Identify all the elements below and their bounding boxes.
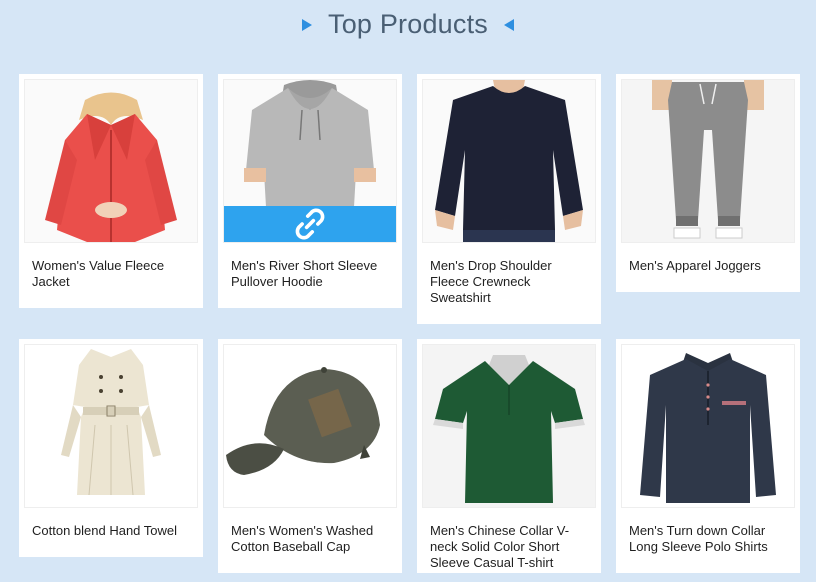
product-image[interactable] <box>621 344 795 508</box>
product-title[interactable]: Women's Value Fleece Jacket <box>32 258 194 290</box>
product-card[interactable]: Men's River Short Sleeve Pullover Hoodie <box>218 74 402 308</box>
product-image[interactable] <box>223 344 397 508</box>
section-title: Top Products <box>328 8 488 39</box>
product-image[interactable] <box>24 79 198 243</box>
product-link-overlay[interactable] <box>224 206 396 242</box>
product-title[interactable]: Men's Women's Washed Cotton Baseball Cap <box>231 523 393 555</box>
product-image[interactable] <box>223 79 397 243</box>
arrow-left-icon <box>503 19 514 31</box>
product-image[interactable] <box>422 344 596 508</box>
arrow-right-icon <box>302 19 312 31</box>
tshirt-image <box>423 345 595 507</box>
link-icon[interactable] <box>224 206 396 242</box>
product-title[interactable]: Men's Chinese Collar V-neck Solid Color … <box>430 523 592 571</box>
product-card[interactable]: Men's Drop Shoulder Fleece Crewneck Swea… <box>417 74 601 324</box>
product-image[interactable] <box>422 79 596 243</box>
product-image[interactable] <box>621 79 795 243</box>
product-title[interactable]: Cotton blend Hand Towel <box>32 523 194 539</box>
polo-image <box>622 345 794 507</box>
product-title[interactable]: Men's Apparel Joggers <box>629 258 791 274</box>
product-card[interactable]: Men's Chinese Collar V-neck Solid Color … <box>417 339 601 573</box>
product-card[interactable]: Men's Women's Washed Cotton Baseball Cap <box>218 339 402 573</box>
joggers-image <box>622 80 794 242</box>
section-header: Top Products <box>0 0 816 48</box>
product-title[interactable]: Men's Drop Shoulder Fleece Crewneck Swea… <box>430 258 592 306</box>
sweatshirt-image <box>423 80 595 242</box>
product-image[interactable] <box>24 344 198 508</box>
product-card[interactable]: Women's Value Fleece Jacket <box>19 74 203 308</box>
cap-image <box>224 345 396 507</box>
jacket-image <box>25 80 197 242</box>
product-card[interactable]: Men's Turn down Collar Long Sleeve Polo … <box>616 339 800 573</box>
product-title[interactable]: Men's Turn down Collar Long Sleeve Polo … <box>629 523 791 555</box>
product-card[interactable]: Men's Apparel Joggers <box>616 74 800 292</box>
product-title[interactable]: Men's River Short Sleeve Pullover Hoodie <box>231 258 393 290</box>
product-card[interactable]: Cotton blend Hand Towel <box>19 339 203 557</box>
trench-coat-image <box>25 345 197 507</box>
